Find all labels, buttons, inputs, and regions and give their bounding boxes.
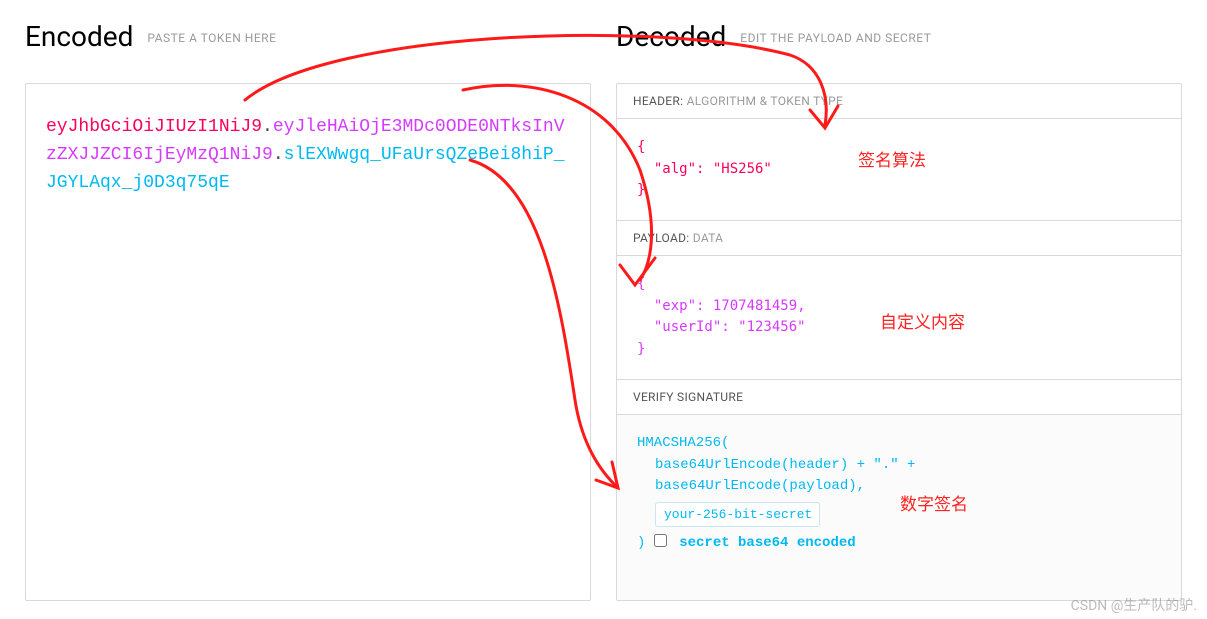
signature-close-paren: ) [637, 535, 645, 551]
signature-line-1: HMACSHA256( [637, 433, 1161, 455]
token-dot: . [273, 145, 284, 165]
header-json-editor[interactable]: { "alg": "HS256" } [617, 119, 1181, 221]
token-dot: . [262, 117, 273, 137]
signature-body: HMACSHA256( base64UrlEncode(header) + ".… [617, 415, 1181, 600]
encoded-subtitle: PASTE A TOKEN HERE [147, 31, 276, 45]
header-json: { "alg": "HS256" } [637, 137, 1161, 202]
watermark: CSDN @生产队的驴. [1071, 595, 1197, 615]
signature-line-3: base64UrlEncode(payload), [637, 476, 1161, 498]
decoded-column: Decoded EDIT THE PAYLOAD AND SECRET HEAD… [616, 20, 1182, 601]
payload-json-editor[interactable]: { "exp": 1707481459, "userId": "123456" … [617, 256, 1181, 380]
decoded-title: Decoded [616, 20, 726, 53]
decoded-box: HEADER: ALGORITHM & TOKEN TYPE { "alg": … [616, 83, 1182, 601]
header-section-label: HEADER: ALGORITHM & TOKEN TYPE [617, 84, 1181, 119]
secret-input[interactable] [655, 502, 820, 527]
encoded-token-input[interactable]: eyJhbGciOiJIUzI1NiJ9.eyJleHAiOjE3MDc0ODE… [25, 83, 591, 601]
decoded-subtitle: EDIT THE PAYLOAD AND SECRET [740, 31, 931, 45]
payload-json: { "exp": 1707481459, "userId": "123456" … [637, 274, 1161, 361]
signature-section-label: VERIFY SIGNATURE [617, 380, 1181, 415]
signature-line-2: base64UrlEncode(header) + "." + [637, 455, 1161, 477]
encoded-column: Encoded PASTE A TOKEN HERE eyJhbGciOiJIU… [25, 20, 591, 601]
secret-base64-label: secret base64 encoded [679, 535, 855, 551]
token-header-part: eyJhbGciOiJIUzI1NiJ9 [46, 117, 262, 137]
encoded-title: Encoded [25, 20, 133, 53]
payload-section-label: PAYLOAD: DATA [617, 221, 1181, 256]
secret-base64-checkbox[interactable] [654, 534, 667, 547]
